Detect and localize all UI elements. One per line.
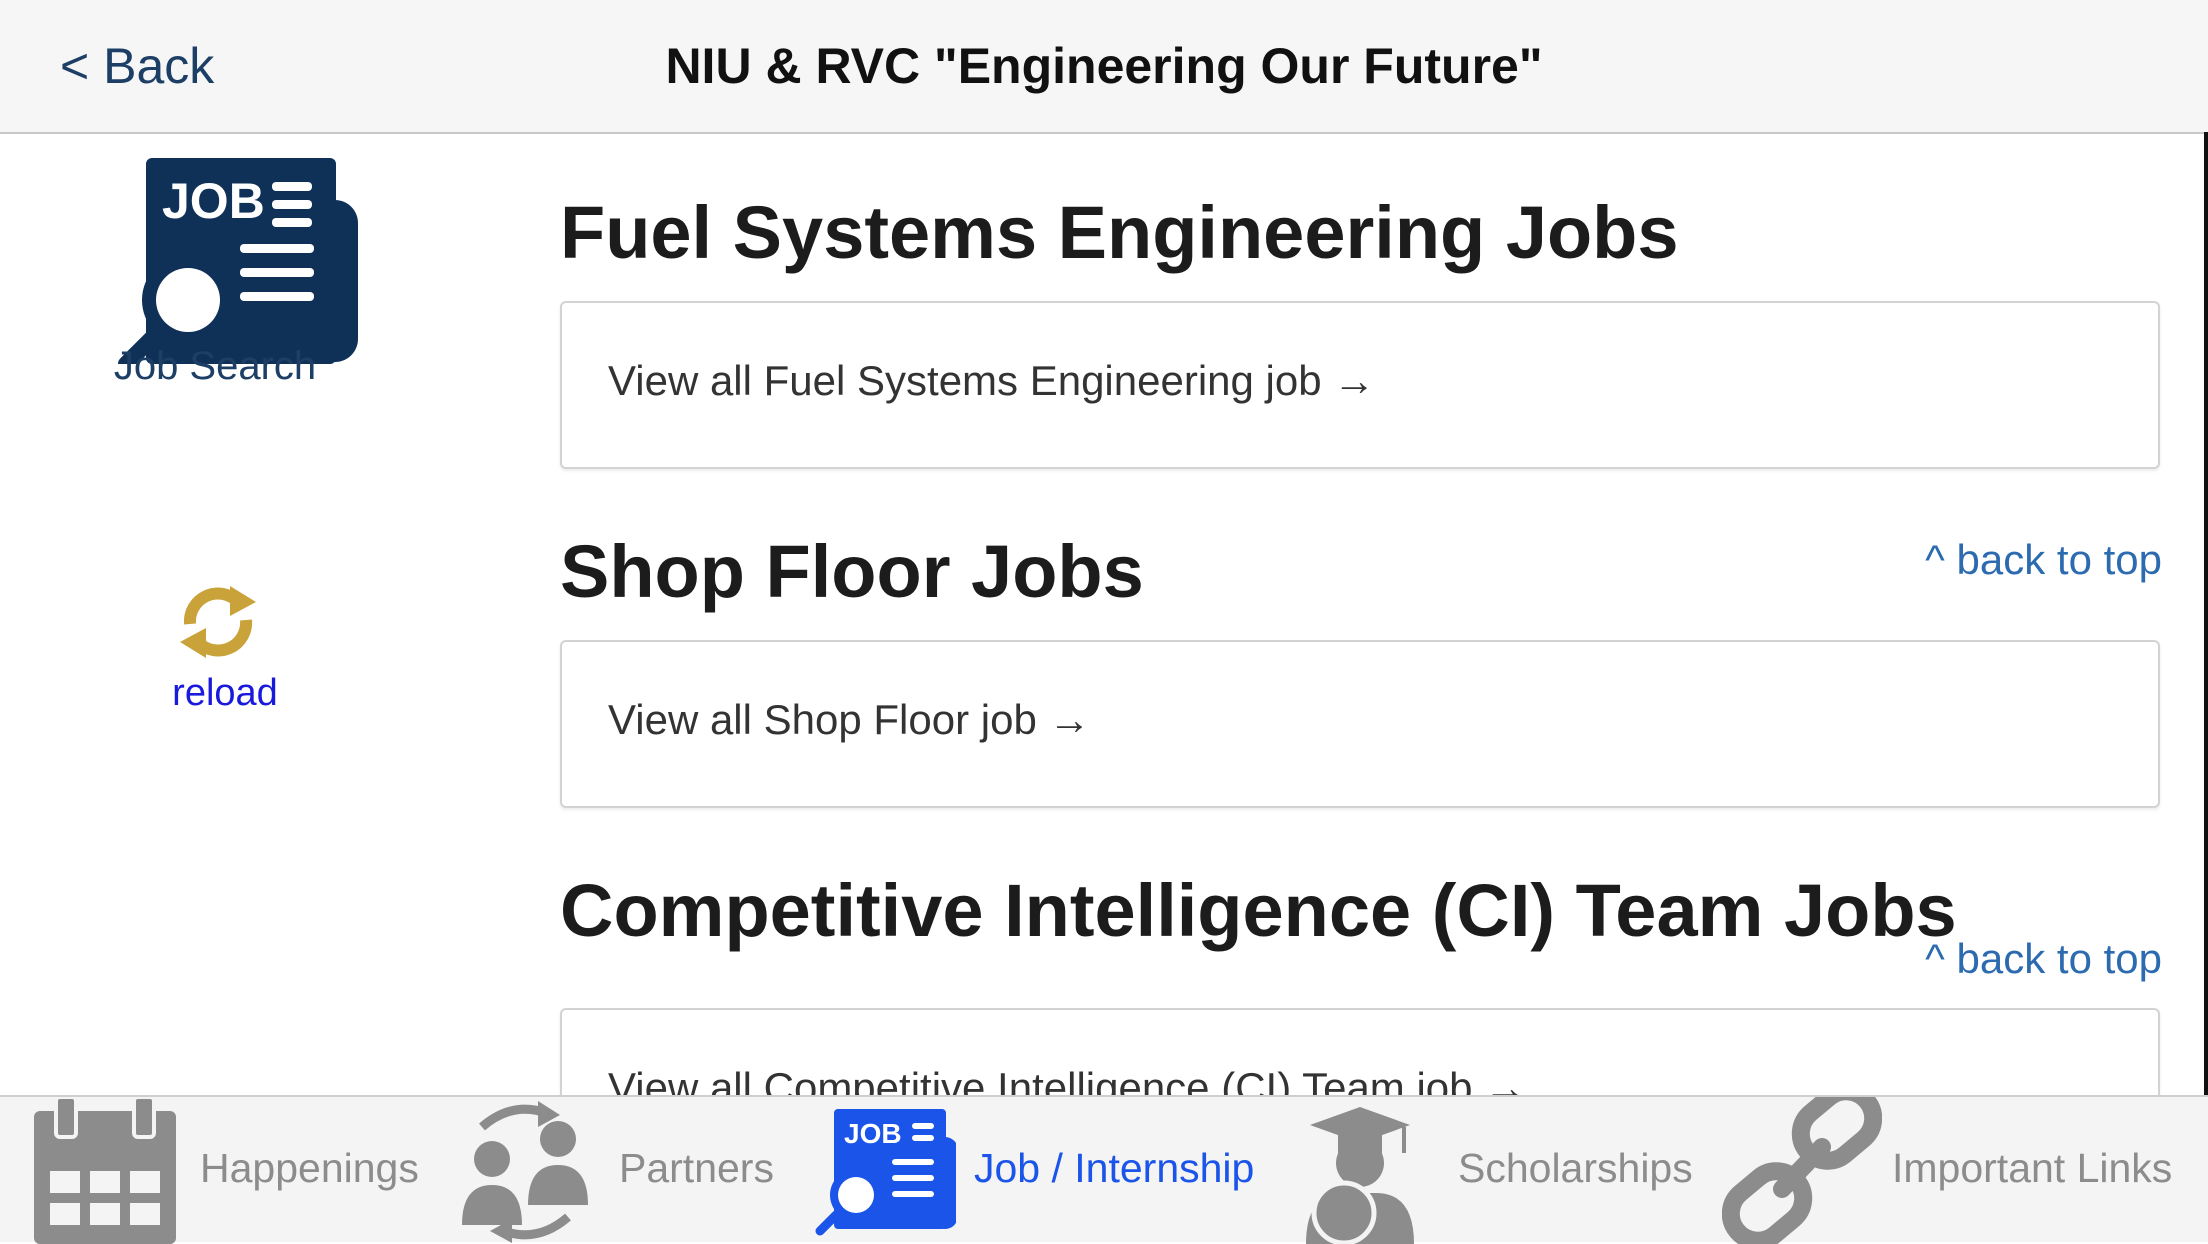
partners-icon: [462, 1101, 588, 1243]
link-icon: [1722, 1097, 1882, 1244]
job-search-icon: JOB: [815, 1109, 956, 1236]
tab-job-internship[interactable]: JOB Job / Internship: [806, 1097, 1266, 1244]
back-to-top-link[interactable]: ^ back to top: [1910, 536, 2162, 584]
view-all-shop-floor-link[interactable]: View all Shop Floor job →: [608, 696, 1090, 744]
tab-label: Scholarships: [1458, 1145, 1693, 1191]
tab-icon-text: JOB: [844, 1118, 902, 1149]
tab-scholarships[interactable]: Scholarships: [1300, 1097, 1700, 1244]
tab-label: Job / Internship: [974, 1145, 1255, 1191]
tab-important-links[interactable]: Important Links: [1722, 1097, 2182, 1244]
tab-partners[interactable]: Partners: [452, 1097, 802, 1244]
section-title-shop-floor: Shop Floor Jobs: [560, 530, 1144, 613]
tab-label: Happenings: [200, 1145, 419, 1191]
scroll-edge: [2204, 132, 2208, 1095]
back-to-top-link[interactable]: ^ back to top: [1910, 935, 2162, 983]
graduate-icon: [1306, 1107, 1414, 1244]
reload-icon: [180, 586, 256, 658]
section-title-fuel-systems: Fuel Systems Engineering Jobs: [560, 191, 1679, 274]
reload-button[interactable]: reload: [150, 580, 300, 720]
view-all-fuel-systems-card[interactable]: View all Fuel Systems Engineering job →: [560, 301, 2160, 469]
top-navigation-bar: NIU & RVC "Engineering Our Future" < Bac…: [0, 0, 2208, 134]
job-search-logo-icon: JOB: [118, 158, 358, 364]
bottom-tab-bar: Happenings Partners JOB Job / Internship…: [0, 1095, 2208, 1244]
section-title-competitive-intelligence: Competitive Intelligence (CI) Team Jobs: [560, 869, 1957, 952]
view-all-shop-floor-card[interactable]: View all Shop Floor job →: [560, 640, 2160, 808]
job-search-tile[interactable]: JOB Job Search: [60, 148, 380, 398]
view-all-fuel-systems-link[interactable]: View all Fuel Systems Engineering job →: [608, 357, 1375, 405]
tab-happenings[interactable]: Happenings: [30, 1097, 430, 1244]
tab-label: Partners: [619, 1145, 774, 1191]
tab-label: Important Links: [1892, 1145, 2173, 1191]
calendar-icon: [34, 1097, 176, 1244]
back-button[interactable]: < Back: [60, 36, 214, 96]
page-title: NIU & RVC "Engineering Our Future": [665, 38, 1543, 94]
job-search-label: Job Search: [113, 344, 317, 388]
reload-label: reload: [172, 672, 278, 714]
logo-text: JOB: [162, 173, 265, 229]
